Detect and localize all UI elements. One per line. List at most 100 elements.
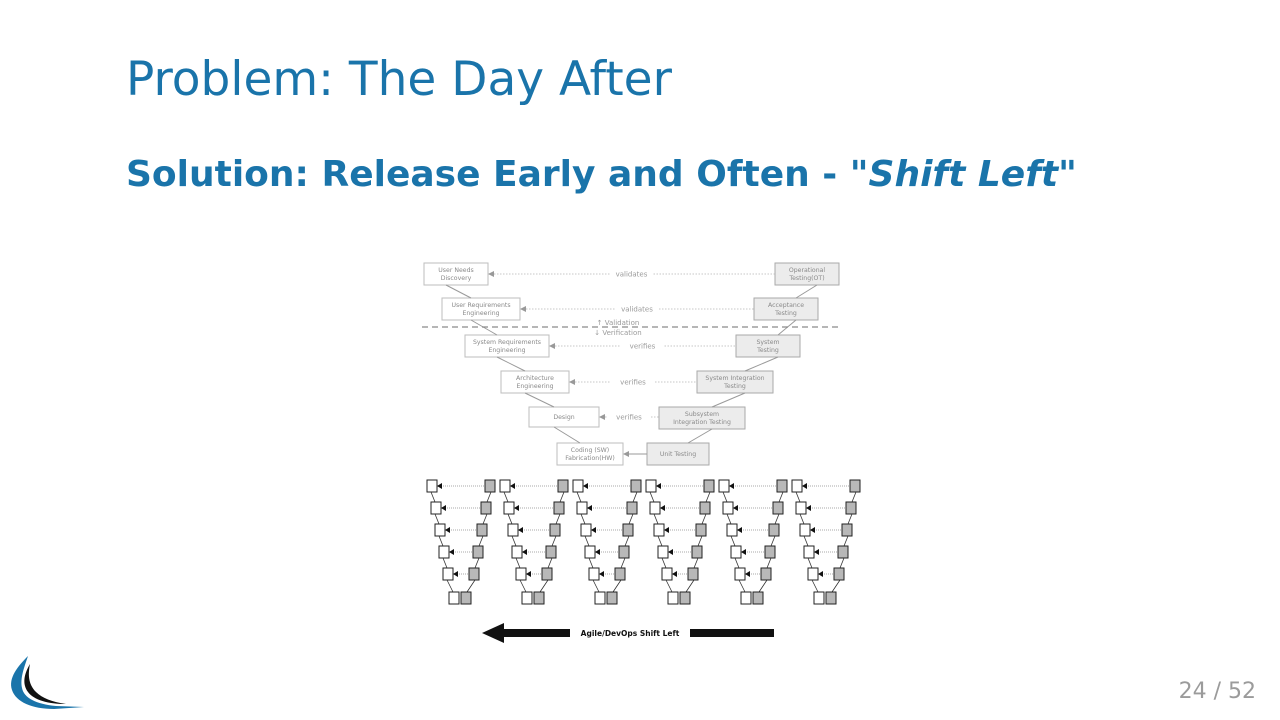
mini-flow — [592, 579, 600, 593]
right-box-1: OperationalTesting(OT) — [774, 262, 840, 286]
mini-flow — [442, 557, 448, 569]
mini-arrowhead — [599, 571, 604, 577]
box-label: Discovery — [441, 275, 472, 282]
mini-flow — [843, 535, 849, 547]
mini-left-box — [442, 567, 454, 581]
mini-flow — [632, 491, 638, 503]
mini-right-box — [679, 591, 691, 605]
mini-flow — [649, 491, 655, 503]
mini-arrowhead — [591, 527, 596, 533]
mini-left-box — [726, 523, 738, 537]
mini-left-box — [430, 501, 442, 515]
mini-flow — [847, 513, 853, 525]
right-box-6: Unit Testing — [646, 442, 710, 466]
left-box-6: Coding (SW)Fabrication(HW) — [556, 442, 624, 466]
right-box-2: AcceptanceTesting — [753, 297, 819, 321]
mini-arrowhead — [595, 549, 600, 555]
mini-v-model — [645, 479, 715, 605]
box-label: User Needs — [438, 267, 473, 274]
mini-left-box — [813, 591, 825, 605]
box-label: Integration Testing — [673, 419, 731, 426]
mini-flow — [766, 557, 772, 569]
mini-flow — [803, 535, 809, 547]
right-box-3: SystemTesting — [735, 334, 801, 358]
mini-v-model — [572, 479, 642, 605]
box-label: Testing(OT) — [788, 275, 824, 282]
mini-flow — [811, 579, 819, 593]
mini-flow — [588, 557, 594, 569]
link-label: validates — [616, 271, 648, 279]
mini-left-box — [499, 479, 511, 493]
box-label: Acceptance — [768, 302, 804, 309]
mini-left-box — [657, 545, 669, 559]
mini-right-box — [614, 567, 626, 581]
mini-flow — [726, 513, 732, 525]
mini-right-box — [533, 591, 545, 605]
box-label: Testing — [774, 310, 797, 317]
mini-arrowhead — [672, 571, 677, 577]
mini-arrowhead — [806, 505, 811, 511]
mini-flow — [778, 491, 784, 503]
mini-flow — [466, 579, 476, 593]
mini-arrowhead — [583, 483, 588, 489]
mini-flow — [580, 513, 586, 525]
mini-flow — [612, 579, 622, 593]
mini-flow — [482, 513, 488, 525]
mini-right-box — [472, 545, 484, 559]
mini-flow — [697, 535, 703, 547]
mini-arrowhead — [741, 549, 746, 555]
box-label: Testing — [756, 347, 779, 354]
mini-left-box — [434, 523, 446, 537]
mini-arrowhead — [453, 571, 458, 577]
mini-right-box — [699, 501, 711, 515]
left-box-3: System RequirementsEngineering — [464, 334, 550, 358]
subtitle-suffix: " — [1058, 154, 1077, 195]
mini-flow — [555, 513, 561, 525]
mini-left-box — [438, 545, 450, 559]
mini-flow — [738, 579, 746, 593]
mini-v-model — [499, 479, 569, 605]
mini-flow — [851, 491, 857, 503]
mini-right-box — [618, 545, 630, 559]
mini-left-box — [580, 523, 592, 537]
mini-v-models — [426, 479, 861, 605]
arrow-shaft-right — [690, 629, 774, 637]
link-label: verifies — [616, 414, 642, 422]
mini-arrowhead — [660, 505, 665, 511]
arrow-head — [482, 623, 504, 643]
mini-left-box — [521, 591, 533, 605]
mini-right-box — [833, 567, 845, 581]
mini-right-box — [549, 523, 561, 537]
box-label: Coding (SW) — [571, 447, 609, 454]
mini-flow — [799, 513, 805, 525]
mini-arrowhead — [518, 527, 523, 533]
right-flow-line — [795, 284, 818, 299]
mini-flow — [446, 579, 454, 593]
mini-left-box — [576, 501, 588, 515]
mini-left-box — [572, 479, 584, 493]
mini-flow — [807, 557, 813, 569]
mini-flow — [661, 557, 667, 569]
box-label: Fabrication(HW) — [565, 455, 615, 462]
mini-flow — [624, 535, 630, 547]
mini-arrowhead — [522, 549, 527, 555]
arrowhead — [623, 451, 629, 457]
left-box-2: User RequirementsEngineering — [441, 297, 521, 321]
mini-flow — [576, 491, 582, 503]
arrow-label: Agile/DevOps Shift Left — [581, 629, 680, 638]
mini-flow — [503, 491, 509, 503]
left-flow-line — [445, 284, 472, 299]
box-label: System Requirements — [473, 339, 541, 346]
mini-right-box — [622, 523, 634, 537]
mini-left-box — [588, 567, 600, 581]
arrowhead — [520, 306, 526, 312]
mini-right-box — [626, 501, 638, 515]
left-box-5: Design — [528, 406, 600, 428]
box-label: Engineering — [462, 310, 499, 317]
mini-left-box — [448, 591, 460, 605]
mini-left-box — [507, 523, 519, 537]
left-flow-line — [553, 426, 581, 444]
mini-flow — [539, 579, 549, 593]
mini-arrowhead — [802, 483, 807, 489]
mini-flow — [559, 491, 565, 503]
